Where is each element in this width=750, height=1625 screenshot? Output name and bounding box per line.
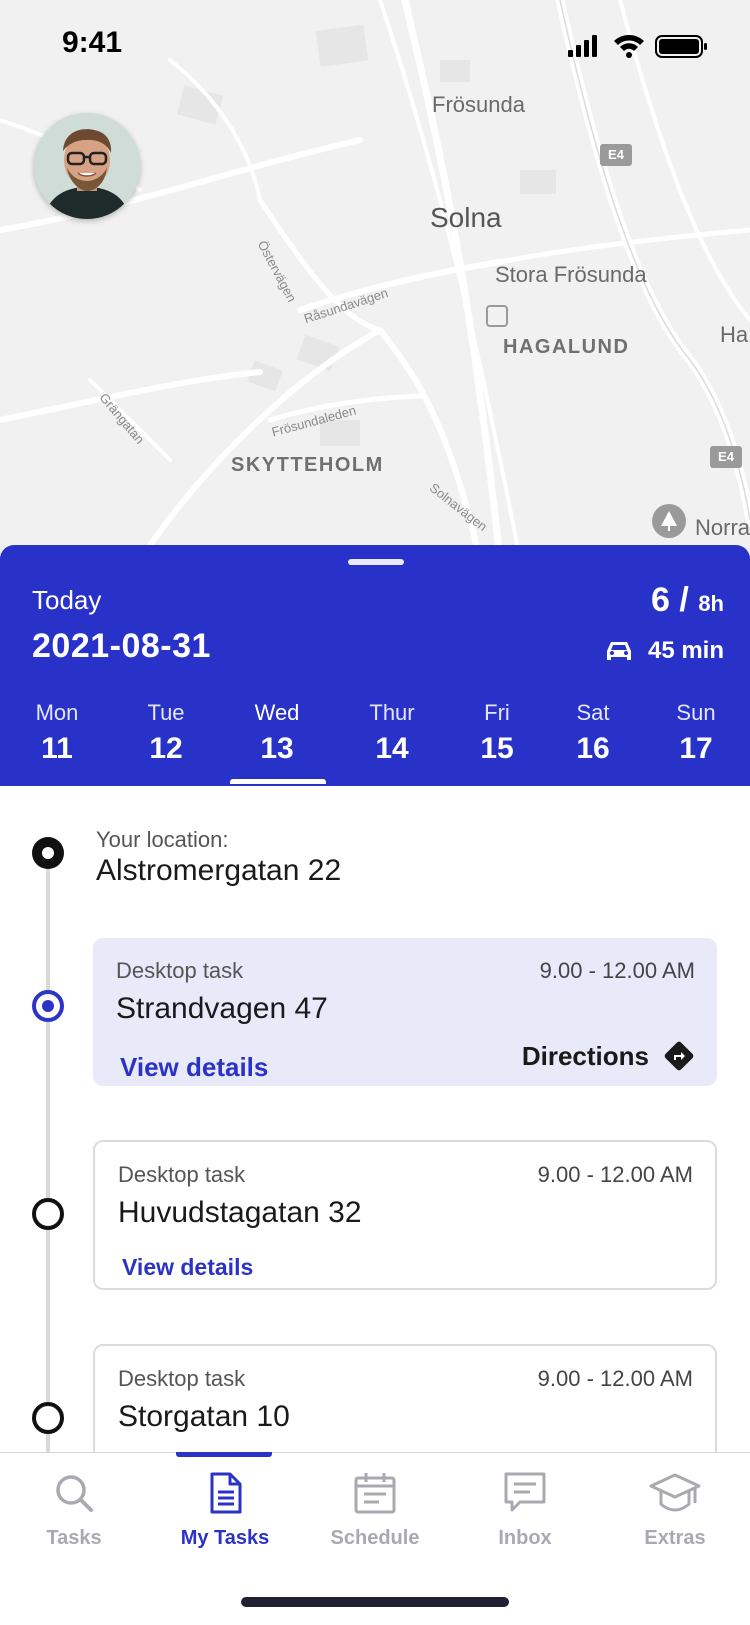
task-time: 9.00 - 12.00 AM <box>539 958 695 983</box>
day-sat[interactable]: Sat 16 <box>548 700 638 766</box>
map-label-stora-frosunda: Stora Frösunda <box>495 262 647 287</box>
task-card-selected[interactable]: Desktop task 9.00 - 12.00 AM Strandvagen… <box>93 938 717 1086</box>
location-value: Alstromergatan 22 <box>96 854 342 887</box>
tab-label: Inbox <box>498 1527 552 1549</box>
day-number: 12 <box>149 732 183 765</box>
status-time: 9:41 <box>62 26 123 59</box>
search-icon <box>56 1475 93 1512</box>
tab-label: Schedule <box>330 1527 420 1549</box>
task-type: Desktop task <box>116 958 244 983</box>
e4-highway-shield: E4 <box>600 144 632 166</box>
task-time: 9.00 - 12.00 AM <box>537 1162 693 1187</box>
day-number: 13 <box>260 732 294 765</box>
timeline-node <box>32 1402 64 1434</box>
task-type: Desktop task <box>118 1162 246 1187</box>
user-avatar[interactable] <box>34 113 140 219</box>
view-details-link[interactable]: View details <box>122 1254 253 1281</box>
map-view[interactable]: Frösunda Solna Stora Frösunda HAGALUND S… <box>0 0 750 560</box>
day-mon[interactable]: Mon 11 <box>12 700 102 766</box>
drive-time-value: 45 min <box>647 637 724 664</box>
today-label: Today <box>32 585 102 615</box>
task-card[interactable]: Desktop task 9.00 - 12.00 AM Huvudstagat… <box>93 1140 717 1290</box>
tab-label: Extras <box>644 1527 706 1549</box>
day-name: Tue <box>147 700 185 725</box>
tab-schedule[interactable]: Schedule <box>310 1471 440 1550</box>
hours-done: 6 / <box>651 581 689 619</box>
day-number: 17 <box>679 732 713 765</box>
day-number: 16 <box>576 732 610 765</box>
tab-inbox[interactable]: Inbox <box>460 1471 590 1550</box>
task-address: Strandvagen 47 <box>116 992 328 1025</box>
day-name: Mon <box>35 700 79 725</box>
day-number: 14 <box>375 732 409 765</box>
hours-progress: 6 / 8h <box>651 581 724 620</box>
map-label-ha: Ha <box>720 322 749 347</box>
task-address: Storgatan 10 <box>118 1400 290 1433</box>
tab-my-tasks[interactable]: My Tasks <box>160 1471 290 1550</box>
map-label-hagalund: HAGALUND <box>503 336 630 358</box>
schedule-header: Today 2021-08-31 6 / 8h 45 min Mon 11 Tu… <box>0 545 750 786</box>
view-details-link[interactable]: View details <box>120 1052 268 1083</box>
timeline-node-location <box>32 837 64 869</box>
task-address: Huvudstagatan 32 <box>118 1196 362 1229</box>
cellular-signal-icon <box>568 35 597 57</box>
day-thur[interactable]: Thur 14 <box>347 700 437 766</box>
day-name: Wed <box>254 700 300 725</box>
task-time: 9.00 - 12.00 AM <box>537 1366 693 1391</box>
day-sun[interactable]: Sun 17 <box>651 700 741 766</box>
selected-day-indicator <box>230 779 326 784</box>
timeline-node <box>32 1198 64 1230</box>
day-name: Fri <box>484 700 510 725</box>
location-label: Your location: <box>96 827 229 852</box>
tab-tasks[interactable]: Tasks <box>9 1471 139 1550</box>
map-label-skytteholm: SKYTTEHOLM <box>231 454 384 476</box>
home-indicator[interactable] <box>241 1597 509 1607</box>
document-icon <box>210 1472 242 1514</box>
tab-label: My Tasks <box>180 1527 270 1549</box>
day-name: Thur <box>369 700 415 725</box>
car-icon <box>606 642 631 660</box>
day-number: 15 <box>480 732 514 765</box>
avatar-portrait <box>34 113 140 219</box>
map-label-norra: Norra <box>695 515 750 540</box>
tab-label: Tasks <box>46 1527 102 1549</box>
directions-icon <box>664 1041 694 1071</box>
status-indicators <box>564 32 724 60</box>
day-fri[interactable]: Fri 15 <box>452 700 542 766</box>
day-name: Sun <box>676 700 716 725</box>
chat-icon <box>504 1472 546 1512</box>
directions-label: Directions <box>521 1040 649 1071</box>
current-date: 2021-08-31 <box>32 627 211 665</box>
timeline-node-active <box>32 990 64 1022</box>
battery-icon <box>655 35 707 58</box>
timeline-line <box>46 855 50 1455</box>
park-marker-icon <box>652 504 686 538</box>
hours-total: 8h <box>698 591 724 616</box>
task-type: Desktop task <box>118 1366 246 1391</box>
map-label-frosunda: Frösunda <box>432 92 525 117</box>
wifi-icon <box>614 35 644 58</box>
day-number: 11 <box>41 732 73 765</box>
directions-button[interactable]: Directions <box>522 1040 695 1072</box>
graduation-cap-icon <box>649 1473 701 1512</box>
train-station-icon <box>486 305 508 327</box>
day-wed[interactable]: Wed 13 <box>232 700 322 766</box>
tab-extras[interactable]: Extras <box>610 1471 740 1550</box>
day-name: Sat <box>576 700 610 725</box>
active-tab-indicator <box>176 1452 272 1457</box>
calendar-icon <box>354 1473 396 1514</box>
map-label-solna: Solna <box>430 202 502 233</box>
e4-highway-shield: E4 <box>710 446 742 468</box>
drive-time: 45 min <box>606 637 724 665</box>
day-tue[interactable]: Tue 12 <box>121 700 211 766</box>
sheet-drag-handle[interactable] <box>348 559 404 565</box>
